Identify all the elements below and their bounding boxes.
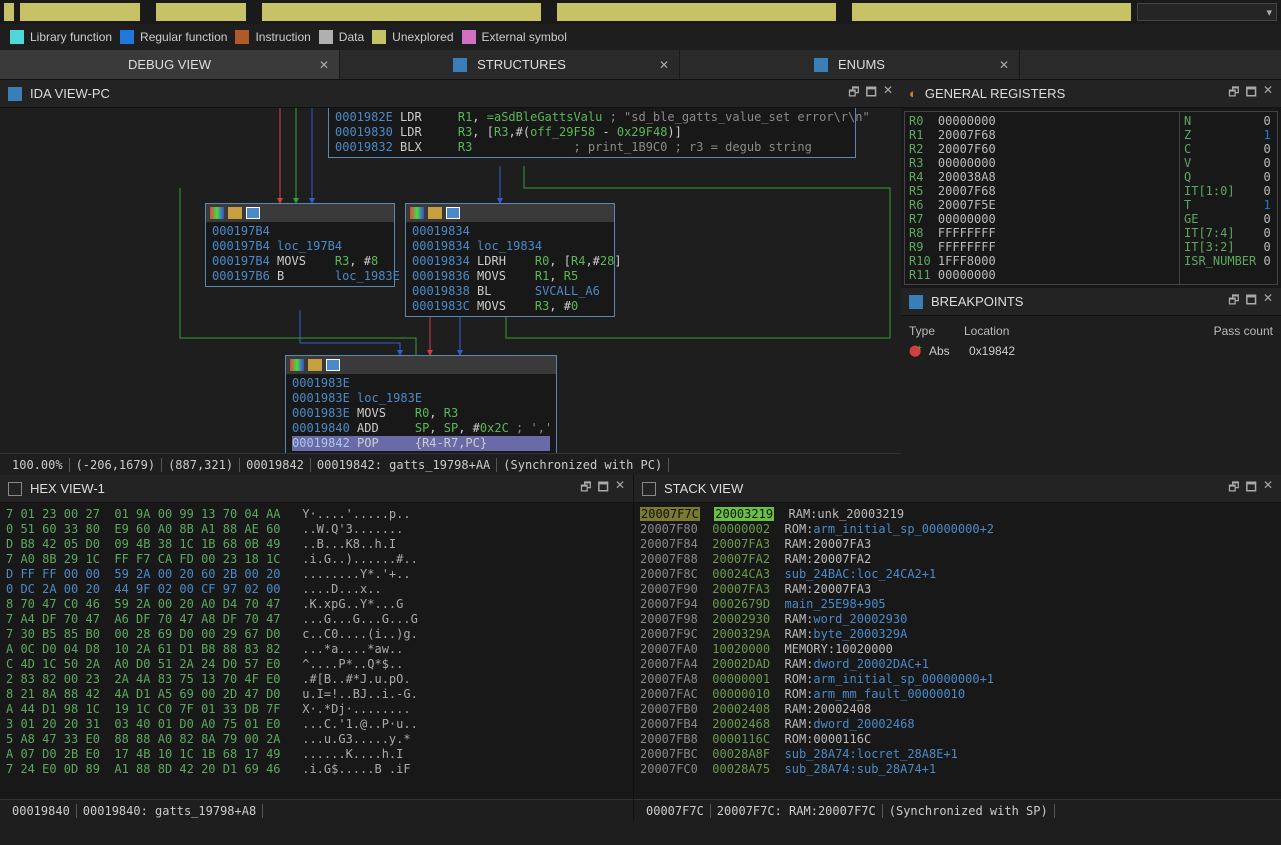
panel-icon	[909, 295, 923, 309]
legend-swatch-regular	[120, 30, 134, 44]
struct-icon	[453, 58, 467, 72]
navigation-bar: ▾	[0, 0, 1281, 24]
close-icon[interactable]: ✕	[999, 58, 1009, 72]
node-icon	[308, 359, 322, 371]
breakpoints-header: BREAKPOINTS 🗗 🗖 ✕	[901, 288, 1281, 316]
close-icon[interactable]: ✕	[1263, 478, 1273, 499]
close-icon[interactable]: ✕	[319, 58, 329, 72]
legend-swatch-library	[10, 30, 24, 44]
window-max-icon[interactable]: 🗖	[598, 478, 609, 499]
legend-swatch-unexplored	[372, 30, 386, 44]
tab-enums[interactable]: ENUMS ✕	[680, 50, 1020, 79]
window-max-icon[interactable]: 🗖	[866, 83, 877, 104]
registers-body[interactable]: R0 00000000R1 20007F68R2 20007F60R3 0000…	[901, 108, 1281, 288]
node-icon	[228, 207, 242, 219]
ida-view-header: IDA VIEW-PC 🗗 🗖 ✕	[0, 80, 901, 108]
hex-status: 00019840 00019840: gatts_19798+A8	[0, 799, 633, 821]
nav-segment[interactable]	[4, 3, 14, 21]
breakpoints-body[interactable]: Type Location Pass count ⬤+ Abs 0x19842	[901, 316, 1281, 475]
window-restore-icon[interactable]: 🗗	[848, 83, 859, 104]
registers-header: ◐ GENERAL REGISTERS 🗗 🗖 ✕	[901, 80, 1281, 108]
breakpoint-icon: ⬤+	[909, 344, 923, 358]
node-icon	[246, 207, 260, 219]
panel-title: IDA VIEW-PC	[30, 86, 110, 101]
nav-segment[interactable]	[20, 3, 140, 21]
legend-swatch-instruction	[235, 30, 249, 44]
node-icon	[428, 207, 442, 219]
stack-view-header: STACK VIEW 🗗 🗖 ✕	[634, 475, 1281, 503]
close-icon[interactable]: ✕	[659, 58, 669, 72]
tab-structures[interactable]: STRUCTURES ✕	[340, 50, 680, 79]
breakpoint-row[interactable]: ⬤+ Abs 0x19842	[901, 342, 1281, 360]
hex-icon	[8, 482, 22, 496]
node-icon	[446, 207, 460, 219]
stack-status: 00007F7C 20007F7C: RAM:20007F7C (Synchro…	[634, 799, 1281, 821]
window-restore-icon[interactable]: 🗗	[1228, 478, 1239, 499]
nav-segment[interactable]	[557, 3, 836, 21]
nav-segment[interactable]	[156, 3, 246, 21]
main-tabs: DEBUG VIEW ✕ STRUCTURES ✕ ENUMS ✕	[0, 50, 1281, 80]
graph-node[interactable]: 00019834 00019834 loc_19834 00019834 LDR…	[405, 203, 615, 317]
graph-node[interactable]: 0001982E LDR R1, =aSdBleGattsValu ; "sd_…	[328, 108, 856, 158]
tab-debug-view[interactable]: DEBUG VIEW ✕	[0, 50, 340, 79]
nav-segment[interactable]	[262, 3, 541, 21]
window-max-icon[interactable]: 🗖	[1246, 83, 1257, 104]
panel-title: BREAKPOINTS	[931, 294, 1023, 309]
nav-segment[interactable]	[852, 3, 1131, 21]
node-icon	[210, 207, 224, 219]
close-icon[interactable]: ✕	[883, 83, 893, 104]
hex-body[interactable]: 7 01 23 00 27 01 9A 00 99 13 70 04 AA Y·…	[0, 503, 633, 799]
stack-icon	[642, 482, 656, 496]
node-icon	[410, 207, 424, 219]
hex-view-header: HEX VIEW-1 🗗 🗖 ✕	[0, 475, 633, 503]
close-icon[interactable]: ✕	[1263, 291, 1273, 312]
window-restore-icon[interactable]: 🗗	[1228, 83, 1239, 104]
legend-swatch-external	[462, 30, 476, 44]
node-icon	[290, 359, 304, 371]
close-icon[interactable]: ✕	[615, 478, 625, 499]
graph-node[interactable]: 0001983E 0001983E loc_1983E 0001983E MOV…	[285, 355, 557, 453]
panel-title: HEX VIEW-1	[30, 481, 105, 496]
panel-title: STACK VIEW	[664, 481, 743, 496]
enum-icon	[814, 58, 828, 72]
legend-swatch-data	[319, 30, 333, 44]
window-max-icon[interactable]: 🗖	[1246, 478, 1257, 499]
window-max-icon[interactable]: 🗖	[1246, 291, 1257, 312]
nav-dropdown[interactable]: ▾	[1137, 3, 1277, 21]
graph-view[interactable]: 0001982E LDR R1, =aSdBleGattsValu ; "sd_…	[0, 108, 901, 453]
legend-bar: Library function Regular function Instru…	[0, 24, 1281, 50]
window-restore-icon[interactable]: 🗗	[1228, 291, 1239, 312]
panel-icon	[8, 87, 22, 101]
ida-view-status: 100.00% (-206,1679) (887,321) 00019842 0…	[0, 453, 901, 475]
close-icon[interactable]: ✕	[1263, 83, 1273, 104]
window-restore-icon[interactable]: 🗗	[580, 478, 591, 499]
graph-node[interactable]: 000197B4 000197B4 loc_197B4 000197B4 MOV…	[205, 203, 395, 287]
registers-icon: ◐	[909, 86, 917, 101]
panel-title: GENERAL REGISTERS	[925, 86, 1065, 101]
stack-body[interactable]: 20007F7C 20003219 RAM:unk_2000321920007F…	[634, 503, 1281, 799]
node-icon	[326, 359, 340, 371]
